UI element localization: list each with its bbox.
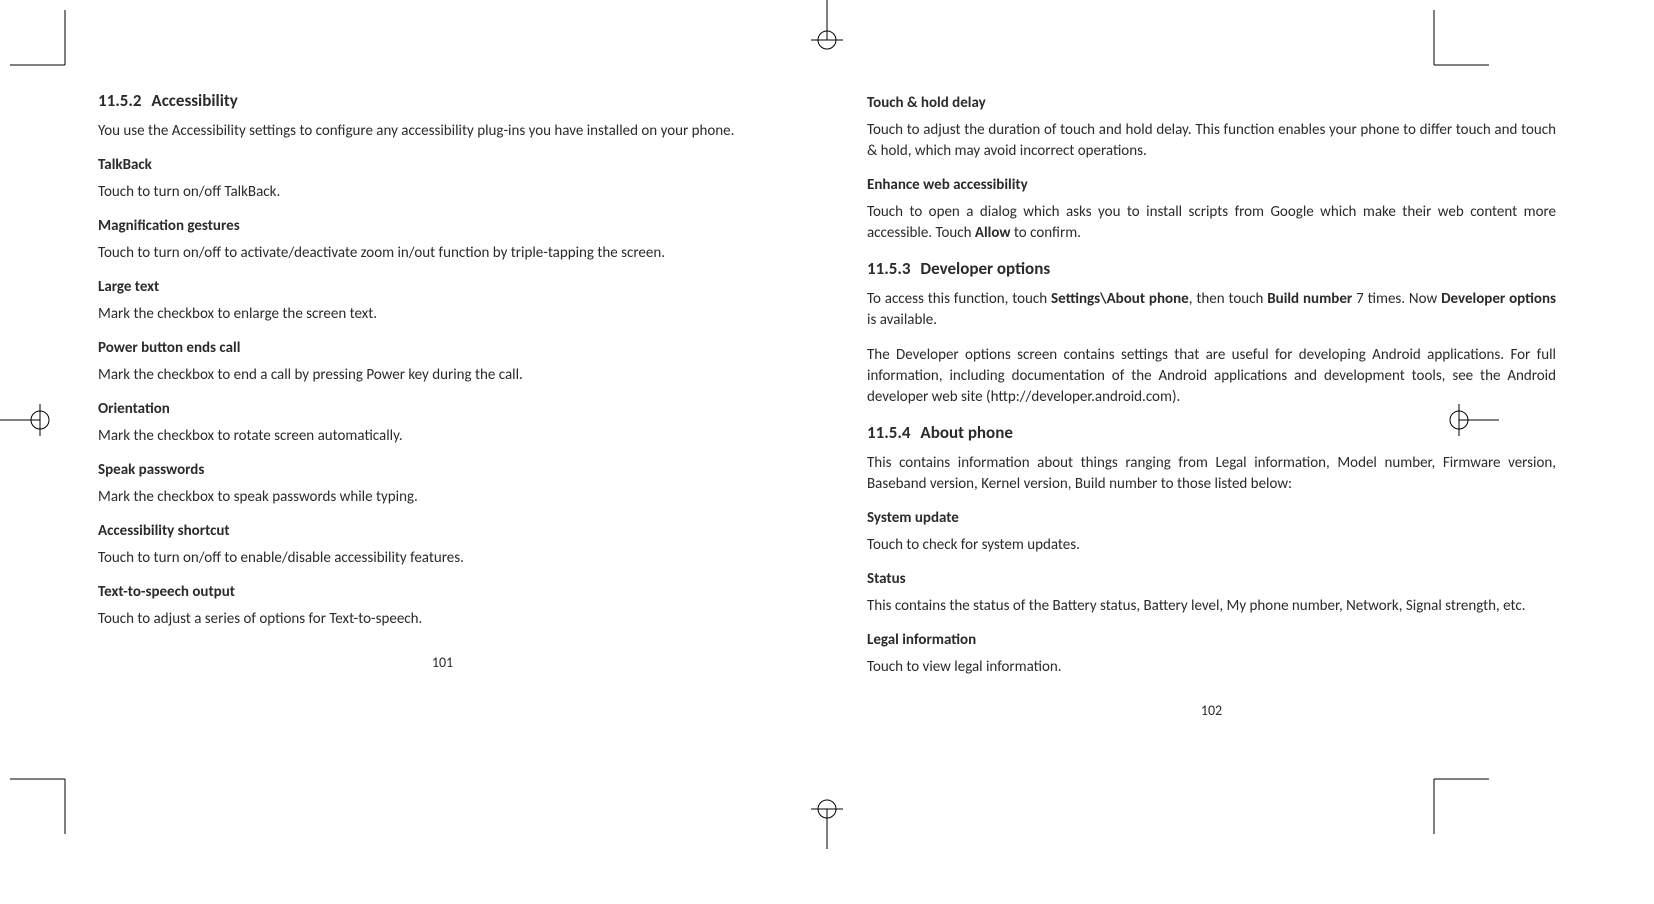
body-text: To access this function, touch Settings\…	[867, 289, 1556, 331]
section-intro: You use the Accessibility settings to co…	[98, 121, 787, 142]
page-spread: 11.5.2 Accessibility You use the Accessi…	[98, 90, 1556, 719]
bold-text: Settings\About phone	[1051, 290, 1189, 308]
crop-mark-top-right	[1409, 10, 1489, 90]
sub-heading: TalkBack	[98, 156, 787, 174]
body-text: Touch to adjust the duration of touch an…	[867, 120, 1556, 162]
page-number-right: 102	[867, 702, 1556, 719]
body-text: The Developer options screen contains se…	[867, 345, 1556, 408]
registration-mark-bottom	[807, 789, 847, 854]
bold-text: Allow	[975, 224, 1011, 242]
crop-mark-bottom-left	[10, 754, 90, 834]
text-segment: to confirm.	[1011, 224, 1081, 242]
body-text: Touch to check for system updates.	[867, 535, 1556, 556]
body-text: Mark the checkbox to end a call by press…	[98, 365, 787, 386]
section-heading-11-5-4: 11.5.4 About phone	[867, 422, 1556, 443]
registration-mark-left	[0, 400, 60, 445]
text-segment: To access this function, touch	[867, 290, 1051, 308]
section-number: 11.5.4	[867, 422, 911, 443]
sub-heading: Power button ends call	[98, 339, 787, 357]
section-title: About phone	[920, 422, 1013, 443]
body-text: Mark the checkbox to enlarge the screen …	[98, 304, 787, 325]
section-title: Accessibility	[151, 90, 237, 111]
sub-heading: Accessibility shortcut	[98, 522, 787, 540]
sub-heading: Orientation	[98, 400, 787, 418]
body-text: Touch to turn on/off to activate/deactiv…	[98, 243, 787, 264]
body-text: Touch to open a dialog which asks you to…	[867, 202, 1556, 244]
body-text: This contains the status of the Battery …	[867, 596, 1556, 617]
body-text: Touch to view legal information.	[867, 657, 1556, 678]
sub-heading: Enhance web accessibility	[867, 176, 1556, 194]
text-segment: 7 times. Now	[1352, 290, 1441, 308]
sub-heading: Legal information	[867, 631, 1556, 649]
sub-heading: Touch & hold delay	[867, 94, 1556, 112]
body-text: Touch to adjust a series of options for …	[98, 609, 787, 630]
body-text: Mark the checkbox to speak passwords whi…	[98, 487, 787, 508]
body-text: Touch to turn on/off to enable/disable a…	[98, 548, 787, 569]
page-left: 11.5.2 Accessibility You use the Accessi…	[98, 90, 827, 719]
page-number-left: 101	[98, 654, 787, 671]
sub-heading: Magnification gestures	[98, 217, 787, 235]
body-text: Touch to turn on/off TalkBack.	[98, 182, 787, 203]
registration-mark-top	[807, 0, 847, 65]
sub-heading: System update	[867, 509, 1556, 527]
crop-mark-top-left	[10, 10, 90, 90]
section-number: 11.5.3	[867, 258, 911, 279]
section-heading-11-5-3: 11.5.3 Developer options	[867, 258, 1556, 279]
sub-heading: Speak passwords	[98, 461, 787, 479]
bold-text: Developer options	[1441, 290, 1556, 308]
page-right: Touch & hold delay Touch to adjust the d…	[827, 90, 1556, 719]
text-segment: Touch to open a dialog which asks you to…	[867, 203, 1556, 242]
text-segment: is available.	[867, 311, 937, 329]
section-intro: This contains information about things r…	[867, 453, 1556, 495]
section-title: Developer options	[920, 258, 1050, 279]
crop-mark-bottom-right	[1409, 754, 1489, 834]
body-text: Mark the checkbox to rotate screen autom…	[98, 426, 787, 447]
sub-heading: Status	[867, 570, 1556, 588]
bold-text: Build number	[1267, 290, 1352, 308]
section-number: 11.5.2	[98, 90, 142, 111]
sub-heading: Text-to-speech output	[98, 583, 787, 601]
section-heading-11-5-2: 11.5.2 Accessibility	[98, 90, 787, 111]
sub-heading: Large text	[98, 278, 787, 296]
text-segment: , then touch	[1189, 290, 1268, 308]
